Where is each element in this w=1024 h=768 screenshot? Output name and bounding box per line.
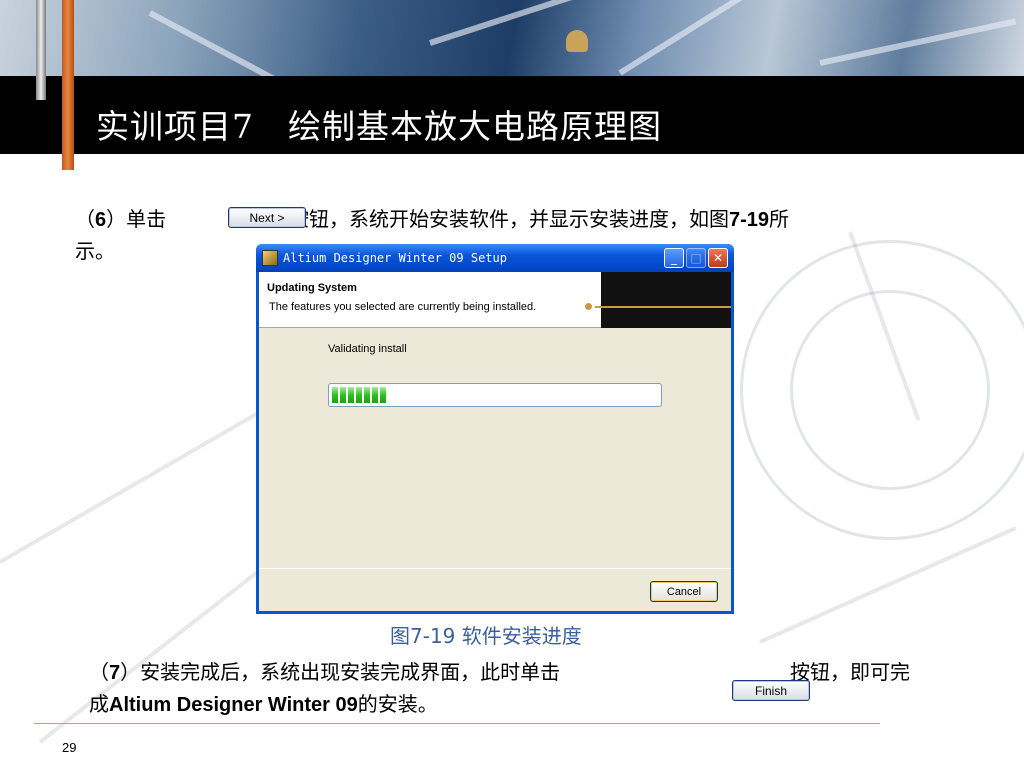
step6-paren: （ [75,207,95,231]
logo-line [595,306,731,308]
window-titlebar: Altium Designer Winter 09 Setup _ □ ✕ [256,244,734,272]
progress-segment [364,387,370,403]
next-button[interactable]: Next > [228,207,306,228]
install-progress-bar [328,383,662,407]
page-number: 29 [62,740,77,755]
slide-title: 实训项目7 绘制基本放大电路原理图 [96,107,662,146]
banner-beam [618,0,775,76]
progress-segment [372,387,378,403]
progress-segment [332,387,338,403]
logo-dot-icon [585,303,592,310]
background-beam [0,390,296,564]
banner-beam [148,10,276,78]
step6-text-desc: 按钮，系统开始安装软件，并显示安装进度，如图 [289,207,729,231]
footer-divider-line [34,723,880,724]
window-title: Altium Designer Winter 09 Setup [283,251,507,265]
maximize-button[interactable]: □ [686,248,706,268]
step6-line2: 示。 [75,239,115,263]
step6-line1: （6）单击 [75,203,166,236]
cancel-button[interactable]: Cancel [650,581,718,602]
figure-caption: 图7-19 软件安装进度 [390,624,582,648]
minimize-button[interactable]: _ [664,248,684,268]
step7-number: 7 [109,662,121,684]
progress-segment [380,387,386,403]
step7-line2: 成Altium Designer Winter 09的安装。 [89,688,438,721]
finish-button[interactable]: Finish [732,680,810,701]
banner-bell [566,30,588,52]
setup-header: Updating System The features you selecte… [259,272,731,328]
window-body: Updating System The features you selecte… [259,272,731,611]
footer-divider [259,568,731,569]
step7-text-suffix: 的安装。 [357,692,438,716]
banner-beam [429,0,622,46]
step6-number: 6 [95,209,107,231]
step6-text-click: ）单击 [106,207,167,231]
product-name: Altium Designer Winter 09 [109,694,358,716]
accent-bar [62,0,74,170]
banner-beam [819,18,1017,66]
progress-fill [332,387,658,403]
background-beam [759,526,1017,644]
step7-text: ）安装完成后，系统出现安装完成界面，此时单击 [120,660,561,684]
decorative-post [36,0,46,100]
header-logo-panel [585,272,731,328]
step7-paren: （ [89,660,109,684]
progress-segment [340,387,346,403]
setup-window: Altium Designer Winter 09 Setup _ □ ✕ Up… [256,244,734,614]
close-button[interactable]: ✕ [708,248,728,268]
progress-segment [356,387,362,403]
finish-button-label: Finish [754,683,787,698]
header-banner-image [0,0,1024,78]
step6-text-suffix: 所 [769,207,790,231]
step6-figure-ref: 7-19 [729,209,770,231]
step6-line1-rest: 按钮，系统开始安装软件，并显示安装进度，如图7-19所 [289,203,789,236]
step7-text-prefix: 成 [89,692,109,716]
header-subtitle: The features you selected are currently … [269,301,537,313]
installer-icon [262,250,278,266]
step7-line1: （7）安装完成后，系统出现安装完成界面，此时单击 [89,656,560,689]
status-text: Validating install [328,343,407,355]
progress-segment [348,387,354,403]
header-title: Updating System [267,282,357,294]
background-ring [790,290,990,490]
next-button-label: Next > [249,210,285,225]
